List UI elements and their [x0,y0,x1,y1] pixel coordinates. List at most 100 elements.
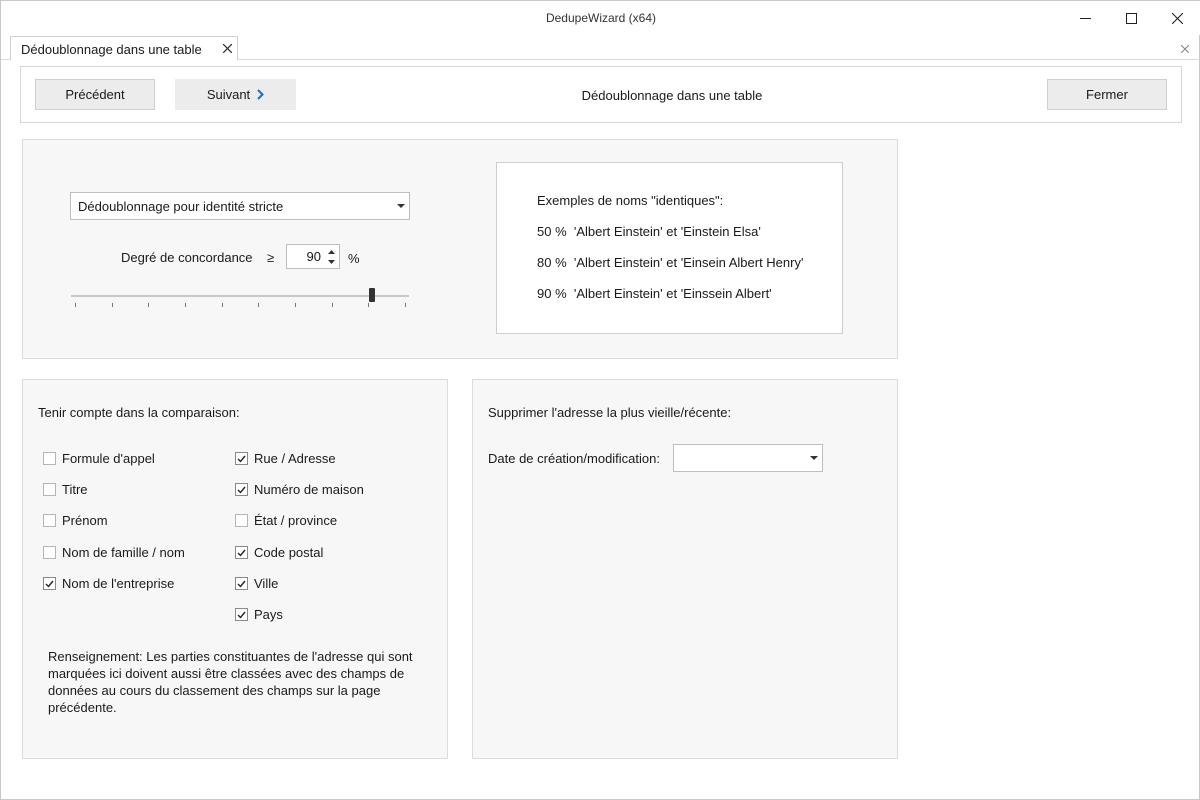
slider-tick [295,303,296,307]
caret-down-icon [810,456,818,460]
date-field-dropdown[interactable] [673,444,823,472]
date-field-label: Date de création/modification: [488,451,660,466]
checkbox-label: Nom de famille / nom [62,545,185,560]
minimize-button[interactable] [1062,1,1108,35]
close-icon [1181,45,1189,53]
checkbox-city[interactable]: Ville [235,576,278,591]
checkbox-box[interactable] [235,514,248,527]
example-line: 50 % 'Albert Einstein' et 'Einstein Elsa… [537,224,761,239]
checkbox-box[interactable] [235,483,248,496]
checkbox-label: Pays [254,607,283,622]
example-line: 80 % 'Albert Einstein' et 'Einsein Alber… [537,255,804,270]
next-button-label: Suivant [206,87,251,102]
matching-settings-panel: Dédoublonnage pour identité stricte Degr… [22,139,898,359]
match-degree-slider[interactable] [71,286,409,310]
checkbox-last-name[interactable]: Nom de famille / nom [43,545,185,560]
next-button[interactable]: Suivant [175,79,296,110]
match-degree-label: Degré de concordance [121,250,253,265]
maximize-icon [1125,12,1137,24]
checkbox-label: Code postal [254,545,324,560]
checkbox-label: Formule d'appel [62,451,155,466]
spinner-down-button[interactable] [325,257,337,266]
slider-tick [221,303,223,307]
info-note: Renseignement: Les parties constituantes… [48,649,413,715]
close-all-tabs-button[interactable] [1177,41,1193,57]
comparison-heading: Tenir compte dans la comparaison: [38,405,240,420]
close-icon [222,43,232,53]
slider-tick [75,303,76,307]
checkbox-box[interactable] [43,452,56,465]
checkbox-box[interactable] [43,514,56,527]
slider-tick [368,303,370,307]
comparison-fields-panel: Tenir compte dans la comparaison: Formul… [22,379,448,759]
checkbox-postal-code[interactable]: Code postal [235,545,323,560]
app-window: DedupeWizard (x64) Dédoublonnage dans un… [0,0,1200,800]
checkbox-box[interactable] [235,546,248,559]
checkmark-icon [237,580,246,588]
dedup-mode-value: Dédoublonnage pour identité stricte [78,198,284,214]
checkbox-state[interactable]: État / province [235,513,337,528]
checkmark-icon [237,486,246,494]
checkmark-icon [237,549,246,557]
caret-down-icon [397,204,405,208]
example-line: 90 % 'Albert Einstein' et 'Einssein Albe… [537,286,772,301]
close-button-label: Fermer [1086,87,1128,102]
slider-tick [111,303,113,307]
delete-address-panel: Supprimer l'adresse la plus vieille/réce… [472,379,898,759]
wizard-toolbar: Précédent Suivant Dédoublonnage dans une… [20,66,1182,123]
chevron-right-icon [257,89,265,100]
checkbox-house-number[interactable]: Numéro de maison [235,482,364,497]
checkbox-label: Prénom [62,513,108,528]
previous-button-label: Précédent [65,87,125,102]
checkbox-label: Numéro de maison [254,482,364,497]
page-title: Dédoublonnage dans une table [581,88,763,103]
caret-up-icon [327,249,335,254]
minimize-icon [1079,17,1091,19]
examples-box: Exemples de noms "identiques": 50 % 'Alb… [496,162,843,334]
checkbox-label: Rue / Adresse [254,451,336,466]
tab-close-button[interactable] [219,40,235,56]
percent-unit: % [348,251,360,266]
match-degree-value[interactable]: 90 [287,245,321,268]
checkbox-box[interactable] [43,577,56,590]
slider-tick [258,303,260,307]
spinner-up-button[interactable] [325,247,337,256]
previous-button[interactable]: Précédent [35,79,155,110]
checkbox-box[interactable] [235,577,248,590]
checkbox-box[interactable] [43,483,56,496]
tab-label: Dédoublonnage dans une table [21,42,202,57]
close-button[interactable]: Fermer [1047,79,1167,110]
checkmark-icon [237,611,246,619]
caret-down-icon [327,259,335,264]
checkbox-label: Ville [254,576,279,591]
checkbox-street[interactable]: Rue / Adresse [235,451,336,466]
checkbox-salutation[interactable]: Formule d'appel [43,451,155,466]
checkbox-box[interactable] [235,452,248,465]
slider-thumb[interactable] [369,288,375,302]
checkbox-box[interactable] [43,546,56,559]
checkbox-company-name[interactable]: Nom de l'entreprise [43,576,174,591]
slider-tick [148,303,150,307]
slider-tick [331,303,333,307]
checkbox-label: Nom de l'entreprise [62,576,175,591]
title-bar: DedupeWizard (x64) [1,1,1200,35]
tab-dedup-table[interactable]: Dédoublonnage dans une table [10,36,238,60]
dedup-mode-dropdown[interactable]: Dédoublonnage pour identité stricte [70,192,410,220]
checkmark-icon [45,580,54,588]
delete-heading: Supprimer l'adresse la plus vieille/réce… [488,405,732,420]
slider-track [71,295,409,297]
checkbox-first-name[interactable]: Prénom [43,513,108,528]
checkbox-label: Titre [62,482,88,497]
operator-symbol: ≥ [267,250,275,265]
checkbox-title[interactable]: Titre [43,482,88,497]
checkbox-box[interactable] [235,608,248,621]
checkmark-icon [237,455,246,463]
close-window-button[interactable] [1154,1,1200,35]
window-title: DedupeWizard (x64) [545,11,657,25]
checkbox-country[interactable]: Pays [235,607,283,622]
match-degree-spinner[interactable]: 90 [286,244,340,269]
slider-tick [185,303,186,307]
maximize-button[interactable] [1108,1,1154,35]
close-icon [1171,12,1183,24]
checkbox-label: État / province [254,513,338,528]
